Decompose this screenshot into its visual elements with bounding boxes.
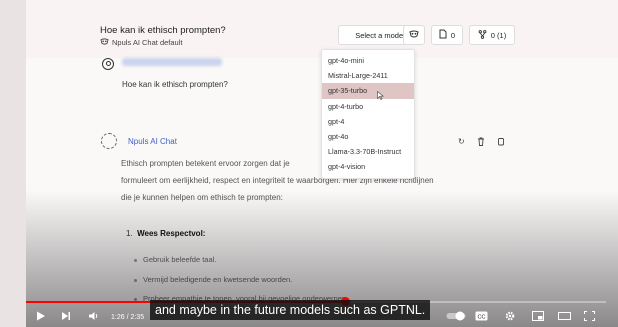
model-dropdown: gpt-4o-mini Mistral-Large-2411 gpt-35-turb… xyxy=(321,49,415,179)
message-actions: ↻ xyxy=(458,137,505,148)
time-display: 1:26 / 2:35 xyxy=(111,314,145,321)
assistant-avatar-icon xyxy=(101,133,117,149)
settings-icon[interactable] xyxy=(505,311,515,324)
assistant-line-3: die je kunnen helpen om ethisch te promp… xyxy=(121,193,283,202)
svg-text:CC: CC xyxy=(478,314,486,320)
blurred-username xyxy=(122,58,222,66)
user-message: Hoe kan ik ethisch prompten? xyxy=(122,80,228,89)
copy-icon[interactable] xyxy=(497,137,505,148)
model-option[interactable]: gpt-4-turbo xyxy=(322,99,414,114)
model-option[interactable]: gpt-4o xyxy=(322,129,414,144)
regenerate-icon[interactable]: ↻ xyxy=(458,137,465,148)
miniplayer-icon[interactable] xyxy=(532,311,544,324)
assistant-message: Ethisch prompten betekent ervoor zorgen … xyxy=(121,155,501,206)
fullscreen-icon[interactable] xyxy=(584,311,595,324)
user-avatar-icon xyxy=(102,58,114,70)
volume-icon[interactable] xyxy=(88,311,100,324)
model-option[interactable]: gpt-4-vision xyxy=(322,159,414,174)
list-number: 1. xyxy=(126,229,133,238)
autoplay-toggle[interactable] xyxy=(446,311,466,324)
mouse-cursor-icon xyxy=(377,90,385,102)
play-icon[interactable] xyxy=(36,311,46,324)
next-icon[interactable] xyxy=(61,311,71,324)
model-option[interactable]: Mistral-Large-2411 xyxy=(322,68,414,83)
documents-count: 0 xyxy=(450,30,456,40)
assistant-name: Npuls AI Chat xyxy=(128,137,177,146)
branches-button[interactable]: 0 (1) xyxy=(469,25,515,45)
branch-icon xyxy=(478,29,487,41)
document-icon xyxy=(439,29,447,41)
chat-subtitle: Npuls AI Chat default xyxy=(100,38,182,47)
persona-button[interactable] xyxy=(403,25,425,45)
video-frame: Hoe kan ik ethisch prompten? Npuls AI Ch… xyxy=(26,0,618,327)
chat-title: Hoe kan ik ethisch prompten? xyxy=(100,25,226,36)
assistant-line-2: formuleert om eerlijkheid, respect en in… xyxy=(121,176,434,185)
list-title: Wees Respectvol: xyxy=(137,229,206,238)
model-option[interactable]: gpt-4 xyxy=(322,114,414,129)
model-option[interactable]: gpt-4o-mini xyxy=(322,53,414,68)
subtitle-caption: and maybe in the future models such as G… xyxy=(150,300,431,320)
model-option[interactable]: gpt-35-turbo xyxy=(322,83,414,99)
delete-icon[interactable] xyxy=(477,137,485,148)
theater-mode-icon[interactable] xyxy=(558,311,571,324)
model-option[interactable]: Llama-3.3-70B-Instruct xyxy=(322,144,414,159)
branches-count: 0 (1) xyxy=(490,30,507,40)
list-item: Gebruik beleefde taal. xyxy=(133,255,217,264)
mask-icon xyxy=(100,38,109,47)
captions-icon[interactable]: CC xyxy=(475,311,488,324)
assistant-line-1: Ethisch prompten betekent ervoor zorgen … xyxy=(121,159,290,168)
documents-button[interactable]: 0 xyxy=(431,25,463,45)
mask-icon xyxy=(409,30,419,40)
list-heading: 1. Wees Respectvol: xyxy=(126,229,205,238)
list-item: Vermijd beledigende en kwetsende woorden… xyxy=(133,275,293,284)
subtitle-text: Npuls AI Chat default xyxy=(112,38,183,47)
